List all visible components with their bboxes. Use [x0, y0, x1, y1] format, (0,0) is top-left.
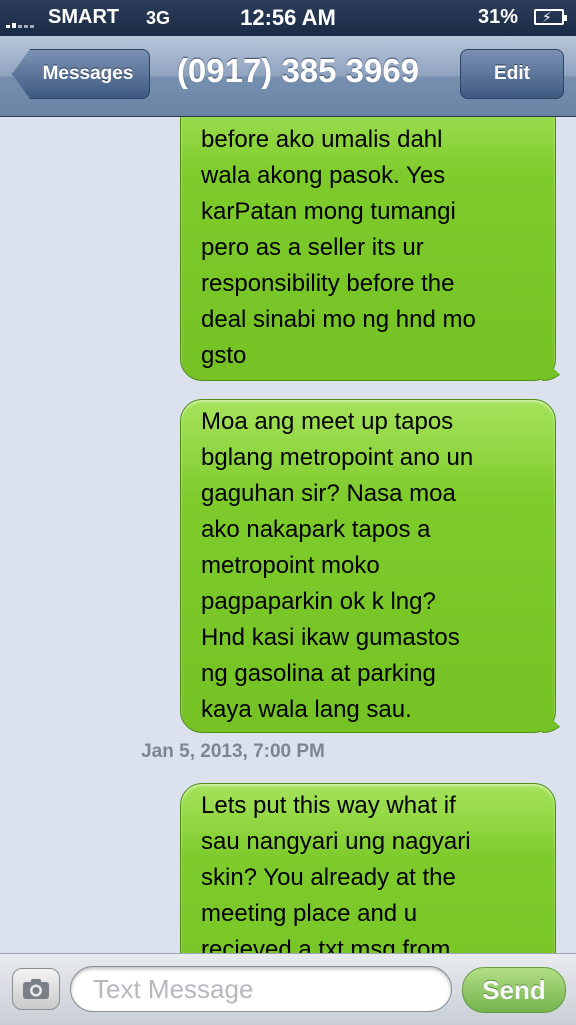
back-to-messages-button[interactable]: Messages — [12, 49, 150, 99]
status-bar: SMART 3G 12:56 AM 31% ⚡ — [0, 0, 576, 36]
message-thread[interactable]: before ako umalis dahl wala akong pasok.… — [0, 117, 576, 953]
text-message-input[interactable] — [70, 966, 452, 1012]
battery-charging-icon: ⚡ — [534, 9, 567, 25]
battery-percentage: 31% — [478, 6, 519, 28]
message-text: Moa ang meet up tapos bglang metropoint … — [201, 408, 474, 723]
sent-message-bubble[interactable]: before ako umalis dahl wala akong pasok.… — [180, 117, 556, 381]
sent-message-bubble[interactable]: Moa ang meet up tapos bglang metropoint … — [180, 399, 556, 733]
message-text: before ako umalis dahl wala akong pasok.… — [201, 126, 476, 369]
message-text: Lets put this way what if sau nangyari u… — [201, 792, 471, 953]
send-button[interactable]: Send — [462, 967, 566, 1013]
message-input-bar: Send — [0, 953, 576, 1025]
sent-message-bubble[interactable]: Lets put this way what if sau nangyari u… — [180, 783, 556, 953]
contact-title: (0917) 385 3969 — [176, 52, 420, 89]
navigation-bar: Messages (0917) 385 3969 Edit — [0, 36, 576, 117]
message-timestamp: Jan 5, 2013, 7:00 PM — [141, 741, 325, 762]
camera-button[interactable] — [12, 968, 60, 1010]
edit-button[interactable]: Edit — [460, 49, 564, 99]
camera-icon — [23, 979, 49, 999]
